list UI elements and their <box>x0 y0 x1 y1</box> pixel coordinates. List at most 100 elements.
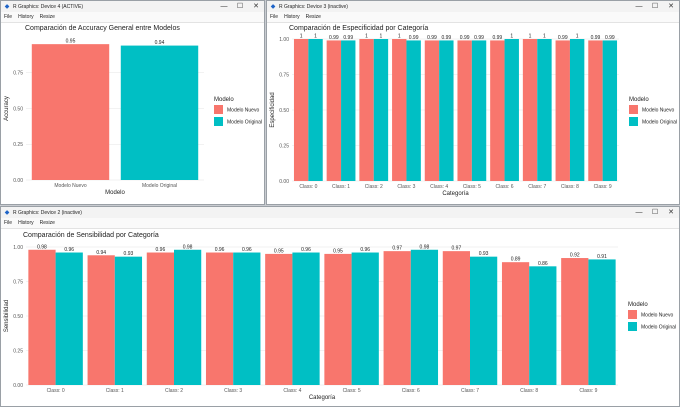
minimize-button[interactable]: — <box>631 207 647 218</box>
data-label: 0.98 <box>420 244 430 250</box>
y-tick-label: 0.25 <box>13 348 23 354</box>
maximize-button[interactable]: ☐ <box>232 1 248 12</box>
close-button[interactable]: ✕ <box>663 207 679 218</box>
bar-modelo-original <box>588 259 616 385</box>
data-label: 0.99 <box>343 35 353 41</box>
maximize-button[interactable]: ☐ <box>647 1 663 12</box>
data-label: 0.99 <box>329 35 339 41</box>
close-button[interactable]: ✕ <box>248 1 264 12</box>
bar-modelo-original <box>537 39 552 181</box>
legend-label: Modelo Original <box>227 120 262 126</box>
menu-history[interactable]: History <box>15 14 37 20</box>
y-tick-label: 0.00 <box>13 383 23 389</box>
x-tick-label: Class: 7 <box>461 388 479 394</box>
menu-bar: File History Resize <box>1 218 679 229</box>
data-label: 0.96 <box>156 247 166 253</box>
plot-area: Comparación de Accuracy General entre Mo… <box>1 23 264 204</box>
legend-swatch <box>629 105 638 114</box>
x-tick-label: Class: 8 <box>520 388 538 394</box>
bar-modelo-nuevo <box>561 258 589 385</box>
bar-modelo-original <box>602 40 618 181</box>
data-label: 0.97 <box>392 246 402 252</box>
y-tick-label: 0.50 <box>13 314 23 320</box>
title-bar[interactable]: ◆ R Graphics: Device 3 (inactive) — ☐ ✕ <box>267 1 679 12</box>
data-label: 1 <box>365 34 368 40</box>
window-title: R Graphics: Device 3 (inactive) <box>279 3 348 10</box>
data-label: 1 <box>510 34 513 40</box>
x-tick-label: Class: 5 <box>343 388 361 394</box>
legend-label: Modelo Nuevo <box>642 108 674 114</box>
menu-history[interactable]: History <box>15 220 37 226</box>
bar-modelo-original <box>308 39 323 181</box>
y-tick-label: 1.00 <box>279 37 289 43</box>
bar-modelo-nuevo <box>588 40 603 181</box>
y-tick-label: 0.75 <box>13 71 23 77</box>
x-tick-label: Modelo Original <box>142 183 177 189</box>
menu-resize[interactable]: Resize <box>37 220 58 226</box>
bar-modelo-nuevo <box>359 39 374 181</box>
bar-modelo-nuevo <box>31 44 110 181</box>
title-bar[interactable]: ◆ R Graphics: Device 2 (inactive) — ☐ ✕ <box>1 207 679 218</box>
data-label: 1 <box>576 34 579 40</box>
bar-modelo-nuevo <box>205 252 234 385</box>
plot-area: Comparación de Sensibilidad por Categorí… <box>1 229 679 406</box>
data-label: 0.96 <box>215 247 225 253</box>
x-tick-label: Class: 7 <box>528 184 546 190</box>
bar-modelo-original <box>410 249 439 385</box>
x-tick-label: Class: 2 <box>365 184 383 190</box>
data-label: 1 <box>314 34 317 40</box>
data-label: 0.99 <box>474 35 484 41</box>
maximize-button[interactable]: ☐ <box>647 207 663 218</box>
bar-modelo-original <box>373 39 389 181</box>
window-title: R Graphics: Device 4 (ACTIVE) <box>13 3 84 10</box>
bar-modelo-nuevo <box>28 249 56 385</box>
legend-swatch <box>628 322 637 331</box>
chart-title: Comparación de Accuracy General entre Mo… <box>25 25 180 32</box>
bar-modelo-nuevo <box>293 39 309 181</box>
data-label: 0.93 <box>124 251 134 257</box>
bar-modelo-original <box>569 39 585 181</box>
bar-modelo-original <box>55 252 83 385</box>
menu-file[interactable]: File <box>1 220 15 226</box>
menu-file[interactable]: File <box>1 14 15 20</box>
legend-swatch <box>214 117 223 126</box>
bar-modelo-original <box>114 256 143 385</box>
data-label: 0.99 <box>492 35 502 41</box>
menu-resize[interactable]: Resize <box>303 14 324 20</box>
minimize-button[interactable]: — <box>631 1 647 12</box>
graphics-window-device-4[interactable]: ◆ R Graphics: Device 4 (ACTIVE) — ☐ ✕ Fi… <box>0 0 265 205</box>
bar-modelo-original <box>504 39 519 181</box>
data-label: 0.92 <box>570 253 580 259</box>
title-bar[interactable]: ◆ R Graphics: Device 4 (ACTIVE) — ☐ ✕ <box>1 1 264 12</box>
data-label: 1 <box>380 34 383 40</box>
bar-modelo-original <box>174 249 202 385</box>
menu-file[interactable]: File <box>267 14 281 20</box>
r-app-icon: ◆ <box>4 210 10 216</box>
bar-modelo-nuevo <box>424 40 440 181</box>
x-axis-label: Categoría <box>442 191 469 197</box>
bar-modelo-original <box>341 40 356 181</box>
data-label: 0.86 <box>538 261 548 267</box>
close-button[interactable]: ✕ <box>663 1 679 12</box>
y-tick-label: 0.00 <box>279 179 289 185</box>
menu-resize[interactable]: Resize <box>37 14 58 20</box>
minimize-button[interactable]: — <box>216 1 232 12</box>
bar-modelo-original <box>406 40 421 181</box>
x-tick-label: Class: 0 <box>47 388 65 394</box>
graphics-window-device-2[interactable]: ◆ R Graphics: Device 2 (inactive) — ☐ ✕ … <box>0 206 680 407</box>
y-axis-label: Especificidad <box>270 92 276 127</box>
data-label: 0.99 <box>427 35 437 41</box>
graphics-window-device-3[interactable]: ◆ R Graphics: Device 3 (inactive) — ☐ ✕ … <box>266 0 680 205</box>
data-label: 0.98 <box>183 244 193 250</box>
x-tick-label: Class: 2 <box>165 388 183 394</box>
bar-modelo-nuevo <box>490 40 505 181</box>
data-label: 0.99 <box>409 35 419 41</box>
data-label: 0.95 <box>66 39 76 45</box>
bar-modelo-nuevo <box>392 39 407 181</box>
bar-modelo-nuevo <box>146 252 174 385</box>
legend-title: Modelo <box>628 302 648 308</box>
menu-history[interactable]: History <box>281 14 303 20</box>
legend-title: Modelo <box>629 97 649 103</box>
data-label: 0.99 <box>605 35 615 41</box>
x-tick-label: Class: 6 <box>496 184 514 190</box>
